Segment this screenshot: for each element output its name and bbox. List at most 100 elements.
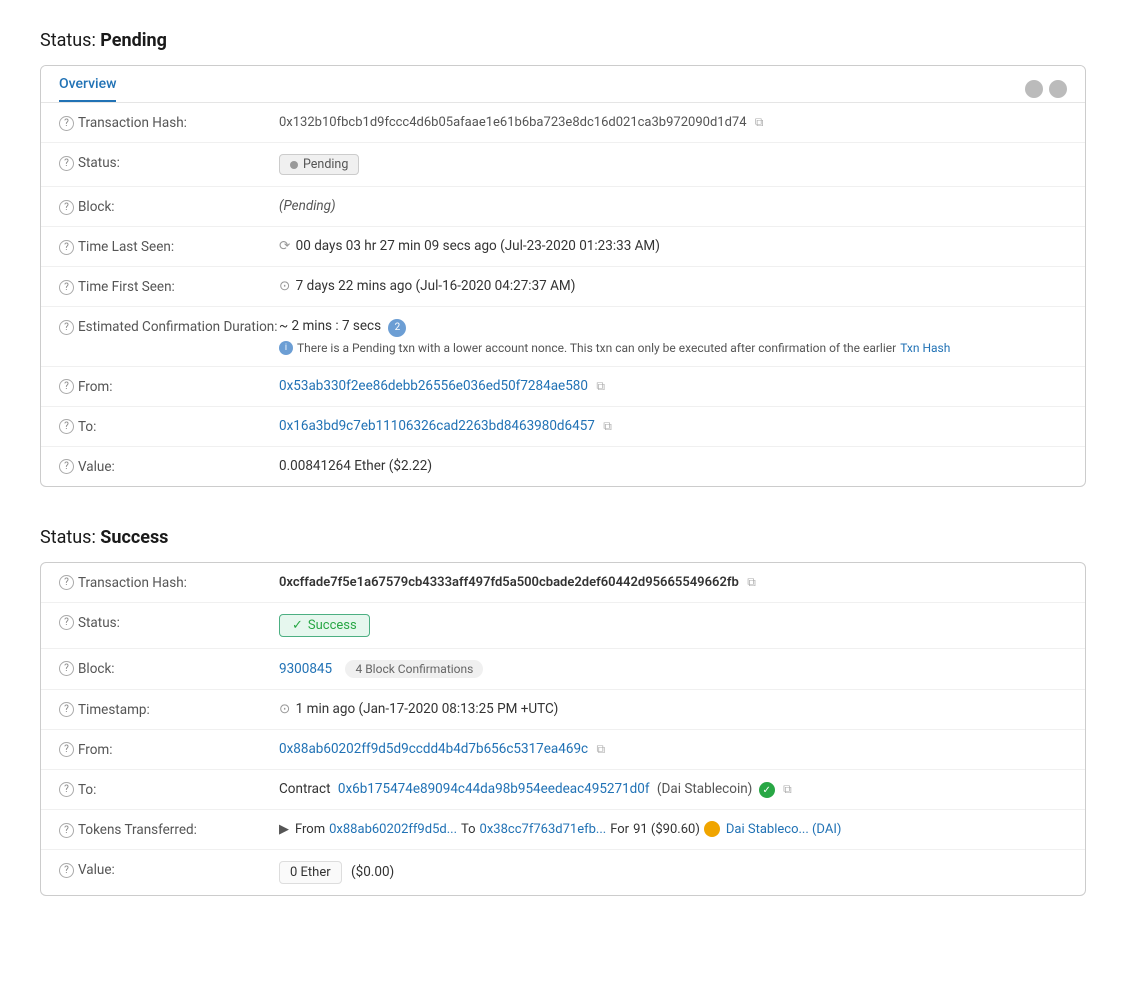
pending-tx-hash-copy-icon[interactable]: ⧉ — [755, 115, 764, 130]
pending-tx-hash-value: 0x132b10fbcb1d9fccc4d6b05afaae1e61b6ba72… — [279, 114, 1067, 130]
contract-verified-icon: ✓ — [759, 782, 775, 798]
pending-from-label: ? From: — [59, 378, 279, 395]
help-icon[interactable]: ? — [59, 782, 74, 797]
success-to-value: Contract 0x6b175474e89094c44da98b954eede… — [279, 781, 1067, 799]
pending-badge: Pending — [279, 154, 359, 175]
help-icon[interactable]: ? — [59, 742, 74, 757]
pending-dot — [290, 161, 298, 169]
pending-time-first-seen-row: ? Time First Seen: ⊙ 7 days 22 mins ago … — [41, 267, 1085, 307]
help-icon[interactable]: ? — [59, 419, 74, 434]
success-tx-hash-label: ? Transaction Hash: — [59, 574, 279, 591]
pending-to-value: 0x16a3bd9c7eb11106326cad2263bd8463980d64… — [279, 418, 1067, 434]
pending-value-label: ? Value: — [59, 458, 279, 475]
success-block-label: ? Block: — [59, 660, 279, 677]
check-icon: ✓ — [292, 618, 303, 633]
clock-icon: ⊙ — [279, 278, 290, 294]
pending-time-last-seen-row: ? Time Last Seen: ⟳ 00 days 03 hr 27 min… — [41, 227, 1085, 267]
success-tx-hash-copy-icon[interactable]: ⧉ — [747, 575, 756, 590]
tab-circle-2 — [1049, 80, 1067, 98]
success-tx-hash-value: 0xcffade7f5e1a67579cb4333aff497fd5a500cb… — [279, 574, 1067, 590]
pending-status-value: Pending — [279, 154, 1067, 175]
clock-icon: ⊙ — [279, 701, 290, 717]
overview-tab[interactable]: Overview — [59, 76, 116, 102]
pending-to-row: ? To: 0x16a3bd9c7eb11106326cad2263bd8463… — [41, 407, 1085, 447]
success-value-row: ? Value: 0 Ether ($0.00) — [41, 850, 1085, 895]
help-icon[interactable]: ? — [59, 575, 74, 590]
pending-time-last-seen-value: ⟳ 00 days 03 hr 27 min 09 secs ago (Jul-… — [279, 238, 1067, 254]
success-block-row: ? Block: 9300845 4 Block Confirmations — [41, 649, 1085, 690]
success-from-link[interactable]: 0x88ab60202ff9d5d9ccdd4b4d7b656c5317ea46… — [279, 741, 588, 757]
pending-from-link[interactable]: 0x53ab330f2ee86debb26556e036ed50f7284ae5… — [279, 378, 588, 394]
success-from-copy-icon[interactable]: ⧉ — [596, 742, 605, 757]
success-status-value: ✓ Success — [279, 614, 1067, 637]
block-confirmations-badge: 4 Block Confirmations — [345, 660, 483, 678]
help-icon[interactable]: ? — [59, 280, 74, 295]
confirmation-note: i There is a Pending txn with a lower ac… — [279, 341, 1067, 355]
help-icon[interactable]: ? — [59, 615, 74, 630]
pending-tx-hash-label: ? Transaction Hash: — [59, 114, 279, 131]
info-circle-icon: i — [279, 341, 293, 355]
success-to-label: ? To: — [59, 781, 279, 798]
help-icon[interactable]: ? — [59, 320, 74, 335]
success-tokens-transferred-row: ? Tokens Transferred: ▶ From 0x88ab60202… — [41, 810, 1085, 850]
success-tx-hash-row: ? Transaction Hash: 0xcffade7f5e1a67579c… — [41, 563, 1085, 603]
help-icon[interactable]: ? — [59, 116, 74, 131]
success-status-row: ? Status: ✓ Success — [41, 603, 1085, 649]
block-number-link[interactable]: 9300845 — [279, 661, 332, 677]
success-from-row: ? From: 0x88ab60202ff9d5d9ccdd4b4d7b656c… — [41, 730, 1085, 770]
help-icon[interactable]: ? — [59, 240, 74, 255]
dai-token-icon — [704, 821, 720, 837]
pending-from-value: 0x53ab330f2ee86debb26556e036ed50f7284ae5… — [279, 378, 1067, 394]
pending-card: Overview ? Transaction Hash: 0x132b10fbc… — [40, 65, 1086, 487]
pending-to-link[interactable]: 0x16a3bd9c7eb11106326cad2263bd8463980d64… — [279, 418, 595, 434]
success-card: ? Transaction Hash: 0xcffade7f5e1a67579c… — [40, 562, 1086, 897]
pending-from-copy-icon[interactable]: ⧉ — [596, 379, 605, 394]
txn-hash-link[interactable]: Txn Hash — [900, 341, 950, 355]
success-section-title: Status: Success — [40, 527, 1086, 548]
help-icon[interactable]: ? — [59, 200, 74, 215]
pending-block-label: ? Block: — [59, 198, 279, 215]
success-timestamp-row: ? Timestamp: ⊙ 1 min ago (Jan-17-2020 08… — [41, 690, 1085, 730]
success-timestamp-label: ? Timestamp: — [59, 701, 279, 718]
pending-block-value: (Pending) — [279, 198, 1067, 214]
pending-est-confirmation-label: ? Estimated Confirmation Duration: — [59, 318, 279, 335]
pending-time-last-seen-label: ? Time Last Seen: — [59, 238, 279, 255]
help-icon[interactable]: ? — [59, 661, 74, 676]
pending-time-first-seen-value: ⊙ 7 days 22 mins ago (Jul-16-2020 04:27:… — [279, 278, 1067, 294]
pending-tx-hash-row: ? Transaction Hash: 0x132b10fbcb1d9fccc4… — [41, 103, 1085, 143]
help-icon[interactable]: ? — [59, 863, 74, 878]
info-badge: 2 — [388, 319, 406, 337]
pending-to-copy-icon[interactable]: ⧉ — [603, 419, 612, 434]
success-block-value: 9300845 4 Block Confirmations — [279, 660, 1067, 678]
help-icon[interactable]: ? — [59, 379, 74, 394]
arrow-icon: ▶ — [279, 822, 289, 837]
pending-status-label: ? Status: — [59, 154, 279, 171]
confirmation-details: ~ 2 mins : 7 secs 2 i There is a Pending… — [279, 318, 1067, 355]
success-to-row: ? To: Contract 0x6b175474e89094c44da98b9… — [41, 770, 1085, 811]
success-value-label: ? Value: — [59, 861, 279, 878]
token-to-link[interactable]: 0x38cc7f763d71efb... — [480, 822, 607, 837]
success-timestamp-value: ⊙ 1 min ago (Jan-17-2020 08:13:25 PM +UT… — [279, 701, 1067, 717]
success-status-label: ? Status: — [59, 614, 279, 631]
success-value-value: 0 Ether ($0.00) — [279, 861, 1067, 884]
success-tokens-transferred-label: ? Tokens Transferred: — [59, 821, 279, 838]
success-tokens-transferred-value: ▶ From 0x88ab60202ff9d5d... To 0x38cc7f7… — [279, 821, 1067, 837]
help-icon[interactable]: ? — [59, 823, 74, 838]
help-icon[interactable]: ? — [59, 702, 74, 717]
help-icon[interactable]: ? — [59, 156, 74, 171]
pending-section-title: Status: Pending — [40, 30, 1086, 51]
pending-block-row: ? Block: (Pending) — [41, 187, 1085, 227]
pending-from-row: ? From: 0x53ab330f2ee86debb26556e036ed50… — [41, 367, 1085, 407]
token-transfer-details: ▶ From 0x88ab60202ff9d5d... To 0x38cc7f7… — [279, 821, 1067, 837]
value-box: 0 Ether — [279, 861, 342, 884]
help-icon[interactable]: ? — [59, 459, 74, 474]
token-name-link[interactable]: Dai Stableco... (DAI) — [726, 822, 842, 837]
pending-est-confirmation-value: ~ 2 mins : 7 secs 2 i There is a Pending… — [279, 318, 1067, 355]
pending-value-value: 0.00841264 Ether ($2.22) — [279, 458, 1067, 474]
token-from-link[interactable]: 0x88ab60202ff9d5d... — [329, 822, 457, 837]
success-from-value: 0x88ab60202ff9d5d9ccdd4b4d7b656c5317ea46… — [279, 741, 1067, 757]
success-from-label: ? From: — [59, 741, 279, 758]
contract-address-link[interactable]: 0x6b175474e89094c44da98b954eedeac495271d… — [338, 781, 650, 797]
success-to-copy-icon[interactable]: ⧉ — [783, 782, 792, 797]
tab-icons — [1025, 80, 1067, 98]
